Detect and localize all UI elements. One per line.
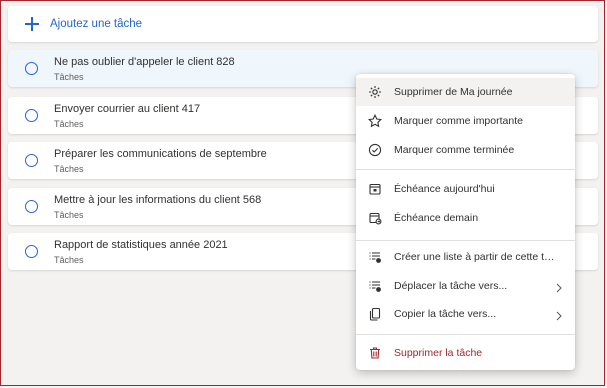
- remove-from-my-day-item[interactable]: Supprimer de Ma journée: [356, 78, 575, 106]
- list-add-icon: [367, 249, 383, 265]
- task-list-name: Tâches: [54, 72, 84, 82]
- move-task-to-item[interactable]: Déplacer la tâche vers...: [356, 272, 575, 300]
- due-tomorrow-item[interactable]: Échéance demain: [356, 204, 575, 232]
- task-list-name: Tâches: [54, 255, 84, 265]
- copy-icon: [367, 306, 383, 322]
- calendar-today-icon: [367, 181, 383, 197]
- menu-item-label: Supprimer de Ma journée: [394, 86, 513, 98]
- menu-item-label: Créer une liste à partir de cette tâche: [394, 251, 557, 263]
- task-title: Mettre à jour les informations du client…: [54, 194, 262, 206]
- task-title: Ne pas oublier d'appeler le client 828: [54, 56, 235, 68]
- calendar-tomorrow-icon: [367, 210, 383, 226]
- task-title: Préparer les communications de septembre: [54, 148, 267, 160]
- menu-item-label: Échéance aujourd'hui: [394, 183, 495, 195]
- menu-item-label: Supprimer la tâche: [394, 347, 483, 359]
- menu-separator: [356, 334, 575, 335]
- trash-icon: [367, 345, 383, 361]
- complete-circle-icon[interactable]: [25, 200, 38, 213]
- menu-item-label: Déplacer la tâche vers...: [394, 280, 508, 292]
- task-list-name: Tâches: [54, 210, 84, 220]
- due-today-item[interactable]: Échéance aujourd'hui: [356, 175, 575, 203]
- chevron-right-icon: [555, 308, 563, 326]
- add-task-bar[interactable]: Ajoutez une tâche: [8, 6, 598, 42]
- add-task-label: Ajoutez une tâche: [50, 18, 143, 30]
- complete-circle-icon[interactable]: [25, 109, 38, 122]
- mark-important-item[interactable]: Marquer comme importante: [356, 107, 575, 135]
- menu-item-label: Copier la tâche vers...: [394, 308, 497, 320]
- context-menu: Supprimer de Ma journée Marquer comme im…: [356, 74, 575, 370]
- task-title: Envoyer courrier au client 417: [54, 103, 201, 115]
- task-list-name: Tâches: [54, 119, 84, 129]
- chevron-right-icon: [555, 280, 563, 298]
- star-icon: [367, 113, 383, 129]
- create-list-from-task-item[interactable]: Créer une liste à partir de cette tâche: [356, 243, 575, 271]
- delete-task-item[interactable]: Supprimer la tâche: [356, 339, 575, 367]
- complete-circle-icon[interactable]: [25, 245, 38, 258]
- complete-circle-icon[interactable]: [25, 154, 38, 167]
- task-title: Rapport de statistiques année 2021: [54, 239, 228, 251]
- list-move-icon: [367, 278, 383, 294]
- mark-completed-item[interactable]: Marquer comme terminée: [356, 136, 575, 164]
- copy-task-to-item[interactable]: Copier la tâche vers...: [356, 300, 575, 328]
- menu-separator: [356, 240, 575, 241]
- menu-separator: [356, 169, 575, 170]
- menu-item-label: Échéance demain: [394, 212, 479, 224]
- complete-circle-icon[interactable]: [25, 62, 38, 75]
- menu-item-label: Marquer comme importante: [394, 115, 523, 127]
- menu-item-label: Marquer comme terminée: [394, 144, 515, 156]
- plus-icon: [25, 17, 39, 31]
- sun-icon: [367, 84, 383, 100]
- task-list-name: Tâches: [54, 164, 84, 174]
- check-circle-icon: [367, 142, 383, 158]
